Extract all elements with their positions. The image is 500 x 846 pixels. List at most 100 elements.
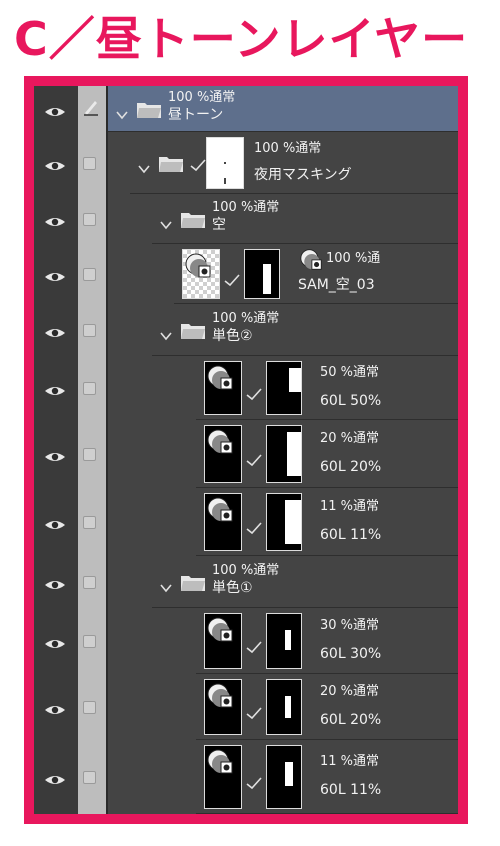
checkmark-icon bbox=[190, 157, 206, 172]
folder-icon bbox=[136, 99, 162, 119]
layer-row[interactable]: 100 %通 SAM_空_03 bbox=[34, 244, 458, 304]
layer-panel-frame: 100 %通常 昼トーン 100 %通常 夜用マスキング 100 %通常空 100 %通 S… bbox=[24, 76, 468, 824]
layer-opacity-blend: 20 %通常 bbox=[320, 431, 380, 446]
tone-layer-thumbnail bbox=[182, 249, 220, 299]
layer-mask-thumbnail bbox=[244, 249, 280, 299]
checkmark-icon bbox=[246, 452, 262, 467]
layer-folder-row[interactable]: 100 %通常 昼トーン bbox=[34, 86, 458, 132]
layer-folder-row[interactable]: 100 %通常 単色② bbox=[34, 304, 458, 356]
lock-checkbox[interactable] bbox=[83, 268, 96, 281]
eye-icon[interactable] bbox=[44, 576, 66, 589]
checkmark-icon bbox=[246, 775, 262, 790]
eye-icon[interactable] bbox=[44, 268, 66, 281]
lock-checkbox[interactable] bbox=[83, 771, 96, 784]
layer-panel: 100 %通常 昼トーン 100 %通常 夜用マスキング 100 %通常空 100 %通 S… bbox=[34, 86, 458, 814]
layer-name: 空 bbox=[212, 217, 226, 233]
layer-opacity-blend: 100 %通常 bbox=[168, 90, 236, 105]
chevron-down-icon[interactable] bbox=[116, 105, 128, 120]
layer-opacity-blend: 11 %通常 bbox=[320, 754, 380, 769]
tone-layer-thumbnail bbox=[204, 425, 242, 483]
layer-name: 60L 20% bbox=[320, 712, 382, 728]
mask-shape bbox=[285, 762, 293, 786]
layer-opacity-blend: 30 %通常 bbox=[320, 618, 380, 633]
layer-folder-row[interactable]: 100 %通常空 bbox=[34, 194, 458, 244]
eye-icon[interactable] bbox=[44, 516, 66, 529]
lock-checkbox[interactable] bbox=[83, 382, 96, 395]
eye-icon[interactable] bbox=[44, 382, 66, 395]
layer-row[interactable]: 11 %通常 60L 11% bbox=[34, 740, 458, 814]
layer-mask-thumbnail bbox=[266, 745, 302, 809]
lock-checkbox[interactable] bbox=[83, 213, 96, 226]
folder-icon bbox=[158, 153, 184, 173]
mask-shape bbox=[285, 630, 291, 650]
layer-folder-row[interactable]: 100 %通常 夜用マスキング bbox=[34, 132, 458, 194]
layer-name: 60L 11% bbox=[320, 782, 382, 798]
eye-icon[interactable] bbox=[44, 448, 66, 461]
layer-name: 昼トーン bbox=[168, 107, 224, 123]
layer-row[interactable]: 20 %通常 60L 20% bbox=[34, 674, 458, 740]
chevron-down-icon[interactable] bbox=[138, 159, 150, 174]
tone-layer-thumbnail bbox=[204, 493, 242, 551]
page-heading: C／昼トーンレイヤー bbox=[14, 12, 469, 66]
lock-checkbox[interactable] bbox=[83, 701, 96, 714]
checkmark-icon bbox=[246, 386, 262, 401]
eye-icon[interactable] bbox=[44, 635, 66, 648]
layer-opacity-blend: 20 %通常 bbox=[320, 684, 380, 699]
tone-layer-thumbnail bbox=[204, 361, 242, 415]
mask-shape bbox=[263, 264, 271, 294]
mask-thumbnail bbox=[206, 137, 244, 189]
lock-checkbox[interactable] bbox=[83, 157, 96, 170]
layer-row[interactable]: 20 %通常 60L 20% bbox=[34, 420, 458, 488]
lock-checkbox[interactable] bbox=[83, 448, 96, 461]
layer-row[interactable]: 50 %通常 60L 50% bbox=[34, 356, 458, 420]
layer-name: 60L 50% bbox=[320, 393, 382, 409]
layer-row[interactable]: 30 %通常 60L 30% bbox=[34, 608, 458, 674]
mask-shape bbox=[287, 432, 301, 476]
layer-name: SAM_空_03 bbox=[298, 277, 375, 293]
mask-shape bbox=[285, 696, 291, 718]
layer-mask-thumbnail bbox=[266, 679, 302, 735]
layer-name: 60L 30% bbox=[320, 646, 382, 662]
layer-row[interactable]: 11 %通常 60L 11% bbox=[34, 488, 458, 556]
layer-opacity-blend: 100 %通常 bbox=[212, 200, 280, 215]
eye-icon[interactable] bbox=[44, 213, 66, 226]
lock-checkbox[interactable] bbox=[83, 516, 96, 529]
checkmark-icon bbox=[224, 272, 240, 287]
tone-icon bbox=[207, 748, 233, 774]
layer-folder-row[interactable]: 100 %通常 単色① bbox=[34, 556, 458, 608]
chevron-down-icon[interactable] bbox=[160, 215, 172, 230]
tone-icon bbox=[207, 428, 233, 454]
tone-layer-thumbnail bbox=[204, 745, 242, 809]
tone-layer-thumbnail bbox=[204, 613, 242, 669]
layer-opacity-blend: 100 %通常 bbox=[212, 311, 280, 326]
tone-icon bbox=[207, 682, 233, 708]
checkmark-icon bbox=[246, 520, 262, 535]
lock-checkbox[interactable] bbox=[83, 576, 96, 589]
layer-opacity-blend: 100 %通 bbox=[326, 251, 381, 266]
mask-dot bbox=[224, 178, 226, 184]
chevron-down-icon[interactable] bbox=[160, 578, 172, 593]
lock-checkbox[interactable] bbox=[83, 635, 96, 648]
eye-icon[interactable] bbox=[44, 157, 66, 170]
tone-icon bbox=[185, 252, 211, 278]
chevron-down-icon[interactable] bbox=[160, 326, 172, 341]
eye-icon[interactable] bbox=[44, 103, 66, 116]
eye-icon[interactable] bbox=[44, 324, 66, 337]
tone-icon bbox=[207, 364, 233, 390]
folder-icon bbox=[180, 209, 206, 229]
eye-icon[interactable] bbox=[44, 771, 66, 784]
eye-icon[interactable] bbox=[44, 701, 66, 714]
layer-mask-thumbnail bbox=[266, 493, 302, 551]
layer-opacity-blend: 50 %通常 bbox=[320, 365, 380, 380]
layer-opacity-blend: 11 %通常 bbox=[320, 499, 380, 514]
lock-checkbox[interactable] bbox=[83, 324, 96, 337]
mask-shape bbox=[289, 368, 301, 392]
layer-opacity-blend: 100 %通常 bbox=[212, 563, 280, 578]
layer-name: 夜用マスキング bbox=[254, 167, 352, 183]
layer-mask-thumbnail bbox=[266, 613, 302, 669]
layer-name: 60L 20% bbox=[320, 459, 382, 475]
layer-name: 単色① bbox=[212, 580, 253, 596]
tone-icon bbox=[207, 496, 233, 522]
checkmark-icon bbox=[246, 639, 262, 654]
pen-icon[interactable] bbox=[82, 98, 100, 116]
